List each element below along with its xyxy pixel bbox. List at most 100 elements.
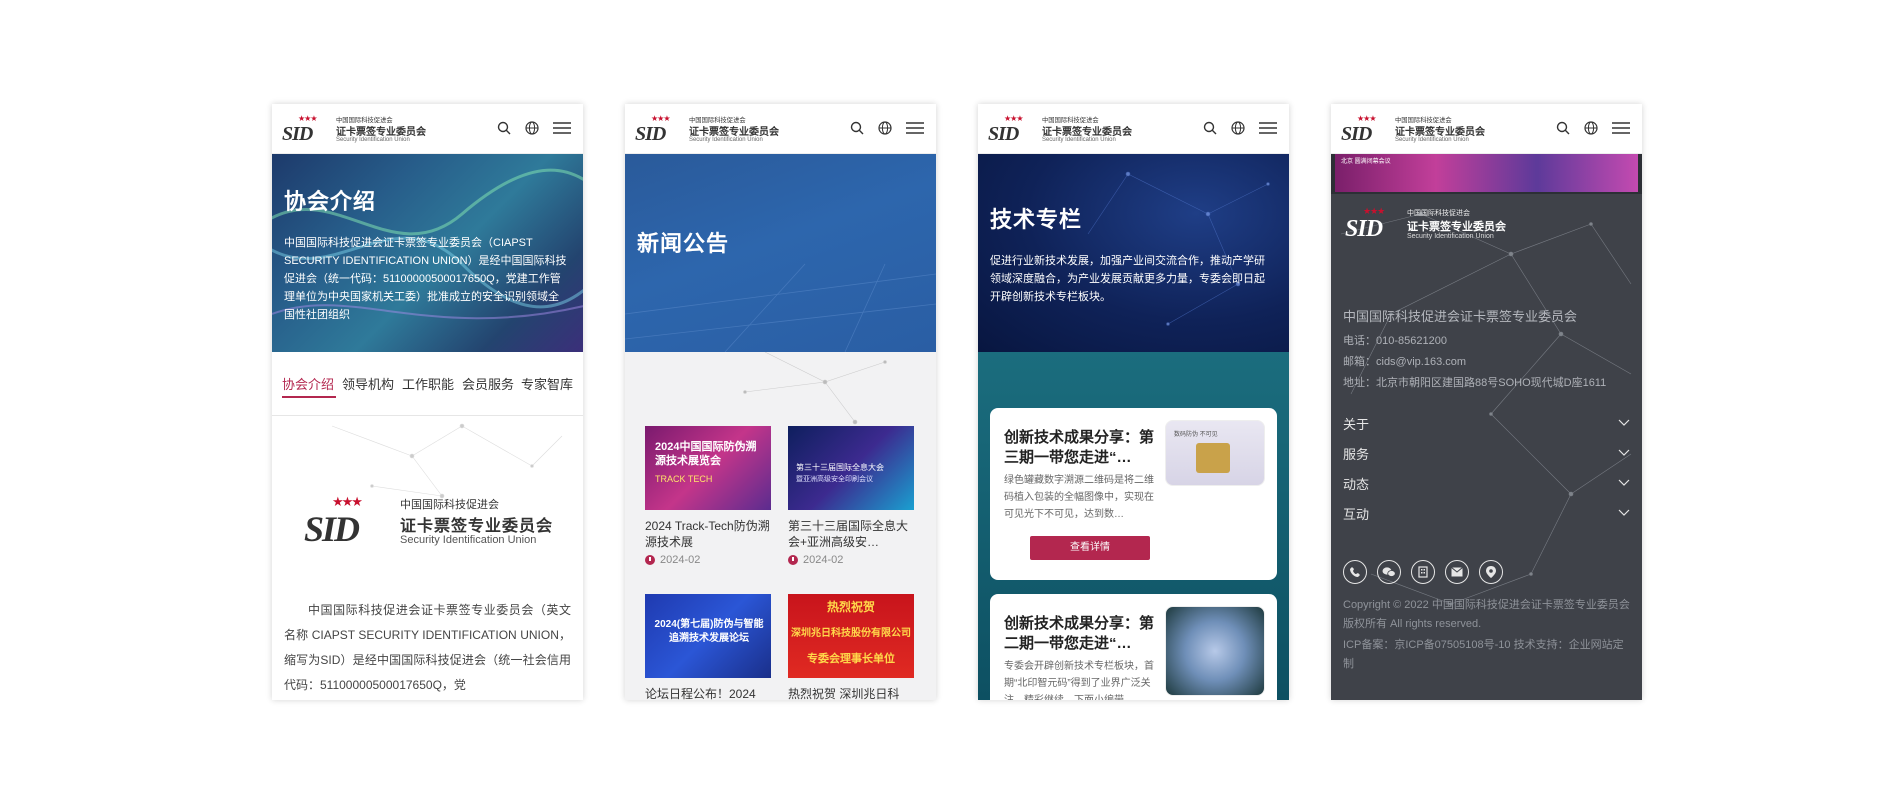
site-logo[interactable]: ★★★ SID 中国国际科技促进会 证卡票签专业委员会 Security Ide… — [988, 114, 1132, 145]
logo-en: Security Identification Union — [336, 136, 410, 143]
logo-cn-main: 证卡票签专业委员会 — [1407, 221, 1506, 233]
stars-icon: ★★★ — [1357, 114, 1376, 123]
tech-card[interactable]: 创新技术成果分享：第二期一带您走进“… 专委会开辟创新技术专栏板块，首期“北印智… — [990, 594, 1277, 700]
site-logo[interactable]: ★★★ SID 中国国际科技促进会 证卡票签专业委员会 Security Ide… — [1341, 114, 1485, 145]
header: ★★★ SID 中国国际科技促进会 证卡票签专业委员会 Security Ide… — [272, 104, 583, 154]
globe-icon[interactable] — [525, 121, 539, 135]
mail-icon[interactable] — [1445, 560, 1469, 584]
active-tab-indicator — [282, 396, 336, 398]
phone-about: ★★★ SID 中国国际科技促进会 证卡票签专业委员会 Security Ide… — [272, 104, 583, 700]
stars-icon: ★★★ — [651, 114, 670, 123]
promo-strip[interactable]: 北京 圆满闭幕会议 — [1335, 154, 1638, 192]
tech-card-desc: 专委会开辟创新技术专栏板块，首期“北印智元码”得到了业界广泛关注，精彩继续，下面… — [1004, 661, 1154, 700]
logo-mark: SID — [304, 509, 360, 549]
accordion-services[interactable]: 服务 — [1343, 444, 1630, 474]
news-thumbnail: 热烈祝贺 深圳兆日科技股份有限公司 专委会理事长单位 — [788, 594, 914, 678]
building-icon[interactable] — [1411, 560, 1435, 584]
news-card[interactable]: 2024(第七届)防伪与智能追溯技术发展论坛 论坛日程公布！2024 — [645, 594, 771, 700]
accordion-news[interactable]: 动态 — [1343, 474, 1630, 504]
social-links — [1343, 560, 1503, 584]
tab-about[interactable]: 协会介绍 — [282, 374, 334, 393]
news-thumbnail: 第三十三届国际全息大会 暨亚洲高级安全印刷会议 — [788, 426, 914, 510]
chevron-down-icon — [1618, 419, 1630, 426]
logo-mark: SID — [1345, 216, 1383, 242]
tech-banner: 技术专栏 促进行业新技术发展，加强产业间交流合作，推动产学研领域深度融合，为产业… — [978, 154, 1289, 352]
header: ★★★ SID 中国国际科技促进会 证卡票签专业委员会 Security Ide… — [1331, 104, 1642, 154]
banner-title: 协会介绍 — [284, 189, 377, 214]
promo-text: 北京 圆满闭幕会议 — [1341, 159, 1391, 165]
banner-title: 技术专栏 — [990, 207, 1083, 232]
news-thumbnail: 2024中国国际防伪溯源技术展览会 TRACK TECH — [645, 426, 771, 510]
news-card[interactable]: 热烈祝贺 深圳兆日科技股份有限公司 专委会理事长单位 热烈祝贺 深圳兆日科 — [788, 594, 914, 700]
footer-logo: ★★★ SID 中国国际科技促进会 证卡票签专业委员会 Security Ide… — [1345, 206, 1525, 246]
phone-icon[interactable] — [1343, 560, 1367, 584]
stars-icon: ★★★ — [298, 114, 317, 123]
view-details-button[interactable]: 查看详情 — [1030, 536, 1150, 560]
tech-card-title: 创新技术成果分享：第三期一带您走进“… — [1004, 429, 1155, 466]
logo-en: Security Identification Union — [400, 534, 537, 546]
accordion-label: 服务 — [1343, 447, 1370, 462]
banner-text: 促进行业新技术发展，加强产业间交流合作，推动产学研领域深度融合，为产业发展贡献更… — [990, 255, 1265, 303]
tab-functions[interactable]: 工作职能 — [402, 374, 454, 393]
wechat-icon[interactable] — [1377, 560, 1401, 584]
menu-icon[interactable] — [553, 121, 571, 135]
news-title: 论坛日程公布！2024 — [645, 687, 756, 700]
logo-mark: SID — [1341, 123, 1372, 145]
about-logo: ★★★ SID 中国国际科技促进会 证卡票签专业委员会 Security Ide… — [304, 494, 554, 554]
news-title: 2024 Track-Tech防伪溯源技术展 — [645, 519, 770, 549]
globe-icon[interactable] — [878, 121, 892, 135]
search-icon[interactable] — [850, 121, 864, 135]
menu-icon[interactable] — [906, 121, 924, 135]
search-icon[interactable] — [1556, 121, 1570, 135]
about-tabs: 协会介绍 领导机构 工作职能 会员服务 专家智库 — [272, 352, 583, 416]
thumb-text: 第三十三届国际全息大会 — [796, 463, 884, 472]
org-name: 中国国际科技促进会证卡票签专业委员会 — [1343, 309, 1578, 324]
news-card[interactable]: 第三十三届国际全息大会 暨亚洲高级安全印刷会议 第三十三届国际全息大会+亚洲高级… — [788, 426, 914, 566]
site-logo[interactable]: ★★★ SID 中国国际科技促进会 证卡票签专业委员会 Security Ide… — [282, 114, 426, 145]
icp-record[interactable]: ICP备案：京ICP备07505108号-10 技术支持：企业网站定制 — [1343, 636, 1633, 674]
accordion-interaction[interactable]: 互动 — [1343, 504, 1630, 534]
tech-card-image: 数码防伪 不可见 — [1165, 420, 1265, 486]
logo-cn-top: 中国国际科技促进会 — [400, 499, 499, 511]
news-banner: 新闻公告 — [625, 154, 936, 352]
site-logo[interactable]: ★★★ SID 中国国际科技促进会 证卡票签专业委员会 Security Ide… — [635, 114, 779, 145]
news-title: 热烈祝贺 深圳兆日科 — [788, 687, 900, 700]
menu-icon[interactable] — [1259, 121, 1277, 135]
thumb-text: 深圳兆日科技股份有限公司 — [791, 628, 911, 639]
header: ★★★ SID 中国国际科技促进会 证卡票签专业委员会 Security Ide… — [625, 104, 936, 154]
news-card[interactable]: 2024中国国际防伪溯源技术展览会 TRACK TECH 2024 Track-… — [645, 426, 771, 566]
accordion-about[interactable]: 关于 — [1343, 414, 1630, 444]
news-thumbnail: 2024(第七届)防伪与智能追溯技术发展论坛 — [645, 594, 771, 678]
tab-leadership[interactable]: 领导机构 — [342, 374, 394, 393]
phone-tech: ★★★ SID 中国国际科技促进会 证卡票签专业委员会 Security Ide… — [978, 104, 1289, 700]
logo-cn-main: 证卡票签专业委员会 — [400, 518, 554, 535]
thumb-sub: TRACK TECH — [655, 474, 713, 484]
location-icon[interactable] — [1479, 560, 1503, 584]
phone-news: ★★★ SID 中国国际科技促进会 证卡票签专业委员会 Security Ide… — [625, 104, 936, 700]
logo-en: Security Identification Union — [1395, 136, 1469, 143]
thumb-sub: 专委会理事长单位 — [807, 653, 895, 665]
thumb-top: 热烈祝贺 — [826, 600, 875, 614]
tech-card-image — [1165, 606, 1265, 696]
menu-icon[interactable] — [1612, 121, 1630, 135]
search-icon[interactable] — [1203, 121, 1217, 135]
globe-icon[interactable] — [1584, 121, 1598, 135]
logo-en: Security Identification Union — [1042, 136, 1116, 143]
tech-card[interactable]: 创新技术成果分享：第三期一带您走进“… 绿色罐藏数字溯源二维码是将二维码植入包装… — [990, 408, 1277, 580]
logo-en: Security Identification Union — [1407, 233, 1494, 240]
tech-card-title: 创新技术成果分享：第二期一带您走进“… — [1004, 615, 1155, 652]
search-icon[interactable] — [497, 121, 511, 135]
tab-member-services[interactable]: 会员服务 — [462, 374, 514, 393]
globe-icon[interactable] — [1231, 121, 1245, 135]
image-label: 数码防伪 不可见 — [1174, 432, 1218, 438]
accordion-label: 动态 — [1343, 477, 1370, 492]
date-text: 2024-02 — [803, 554, 844, 566]
banner-title: 新闻公告 — [637, 231, 730, 256]
thumb-sub: 暨亚洲高级安全印刷会议 — [796, 476, 873, 483]
tab-experts[interactable]: 专家智库 — [521, 374, 573, 393]
about-banner: 协会介绍 中国国际科技促进会证卡票签专业委员会（CIAPST SECURITY … — [272, 154, 583, 352]
chevron-down-icon — [1618, 509, 1630, 516]
logo-mark: SID — [988, 123, 1019, 145]
logo-cn-top: 中国国际科技促进会 — [1407, 210, 1470, 217]
news-date: 2024-02 — [645, 554, 771, 566]
